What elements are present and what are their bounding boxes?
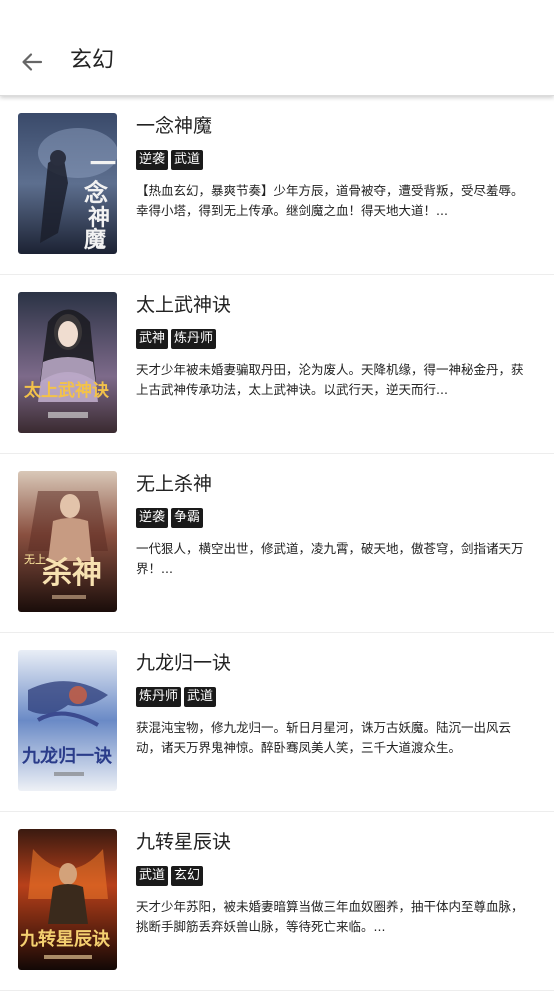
- book-item[interactable]: 太上武神诀 太上武神诀 武神 炼丹师 天才少年被未婚妻骗取丹田，沦为废人。天降机…: [0, 275, 554, 454]
- book-tag: 逆袭: [136, 150, 169, 170]
- page-title: 玄幻: [70, 48, 115, 73]
- book-tag: 武道: [184, 687, 217, 707]
- book-description: 天才少年被未婚妻骗取丹田，沦为废人。天降机缘，得一神秘金丹，获上古武神传承功法，…: [136, 362, 524, 397]
- book-tag: 玄幻: [171, 866, 204, 886]
- book-info: 太上武神诀 武神 炼丹师 天才少年被未婚妻骗取丹田，沦为废人。天降机缘，得一神秘…: [136, 291, 534, 400]
- book-title: 九转星辰诀: [136, 831, 232, 853]
- book-tag: 武神: [136, 329, 169, 349]
- book-tags: 武道 玄幻: [136, 866, 534, 888]
- book-tags: 炼丹师 武道: [136, 687, 534, 709]
- book-item[interactable]: 一 念 神 魔 一念神魔 逆袭 武道 【热血玄幻，暴爽节奏】少年方辰，道骨被夺，…: [0, 96, 554, 275]
- book-tag: 炼丹师: [171, 329, 217, 349]
- arrow-left-icon: [22, 53, 43, 71]
- svg-text:魔: 魔: [84, 227, 106, 253]
- book-tag: 炼丹师: [136, 687, 182, 707]
- svg-text:太上武神诀: 太上武神诀: [24, 380, 110, 401]
- book-description: 获混沌宝物，修九龙归一。斩日月星河，诛万古妖魔。陆沉一出风云动，诸天万界鬼神惊。…: [136, 720, 512, 755]
- app-header: 玄幻: [0, 0, 554, 96]
- book-info: 九龙归一诀 炼丹师 武道 获混沌宝物，修九龙归一。斩日月星河，诛万古妖魔。陆沉一…: [136, 649, 534, 758]
- svg-text:九龙归一诀: 九龙归一诀: [21, 745, 113, 767]
- book-info: 一念神魔 逆袭 武道 【热血玄幻，暴爽节奏】少年方辰，道骨被夺，遭受背叛，受尽羞…: [136, 112, 534, 221]
- book-list: 一 念 神 魔 一念神魔 逆袭 武道 【热血玄幻，暴爽节奏】少年方辰，道骨被夺，…: [0, 96, 554, 991]
- back-button[interactable]: [14, 44, 50, 80]
- svg-text:九转星辰诀: 九转星辰诀: [19, 928, 111, 950]
- book-tags: 逆袭 争霸: [136, 508, 534, 530]
- book-item[interactable]: 无上 杀神 无上杀神 逆袭 争霸 一代狠人，横空出世，修武道，凌九霄，破天地，傲…: [0, 454, 554, 633]
- book-description: 一代狠人，横空出世，修武道，凌九霄，破天地，傲苍穹，剑指诸天万界！...: [136, 541, 524, 576]
- book-cover: 九转星辰诀: [18, 829, 117, 970]
- book-cover: 九龙归一诀: [18, 650, 117, 791]
- book-cover: 无上 杀神: [18, 471, 117, 612]
- svg-text:一: 一: [90, 150, 116, 180]
- book-tag: 逆袭: [136, 508, 169, 528]
- book-tags: 逆袭 武道: [136, 150, 534, 172]
- book-title: 太上武神诀: [136, 294, 232, 316]
- book-info: 无上杀神 逆袭 争霸 一代狠人，横空出世，修武道，凌九霄，破天地，傲苍穹，剑指诸…: [136, 470, 534, 579]
- svg-text:念: 念: [84, 178, 108, 207]
- book-cover: 太上武神诀: [18, 292, 117, 433]
- book-description: 天才少年苏阳，被未婚妻暗算当做三年血奴圈养，抽干体内至尊血脉，挑断手脚筋丢弃妖兽…: [136, 899, 524, 934]
- book-title: 九龙归一诀: [136, 652, 232, 674]
- book-item[interactable]: 九龙归一诀 九龙归一诀 炼丹师 武道 获混沌宝物，修九龙归一。斩日月星河，诛万古…: [0, 633, 554, 812]
- book-title: 无上杀神: [136, 473, 213, 495]
- book-tag: 武道: [171, 150, 204, 170]
- book-description: 【热血玄幻，暴爽节奏】少年方辰，道骨被夺，遭受背叛，受尽羞辱。幸得小塔，得到无上…: [136, 183, 524, 218]
- book-cover: 一 念 神 魔: [18, 113, 117, 254]
- book-item[interactable]: 九转星辰诀 九转星辰诀 武道 玄幻 天才少年苏阳，被未婚妻暗算当做三年血奴圈养，…: [0, 812, 554, 991]
- book-title: 一念神魔: [136, 115, 213, 137]
- book-tags: 武神 炼丹师: [136, 329, 534, 351]
- svg-text:杀神: 杀神: [42, 556, 102, 591]
- book-tag: 武道: [136, 866, 169, 886]
- book-tag: 争霸: [171, 508, 204, 528]
- book-info: 九转星辰诀 武道 玄幻 天才少年苏阳，被未婚妻暗算当做三年血奴圈养，抽干体内至尊…: [136, 828, 534, 937]
